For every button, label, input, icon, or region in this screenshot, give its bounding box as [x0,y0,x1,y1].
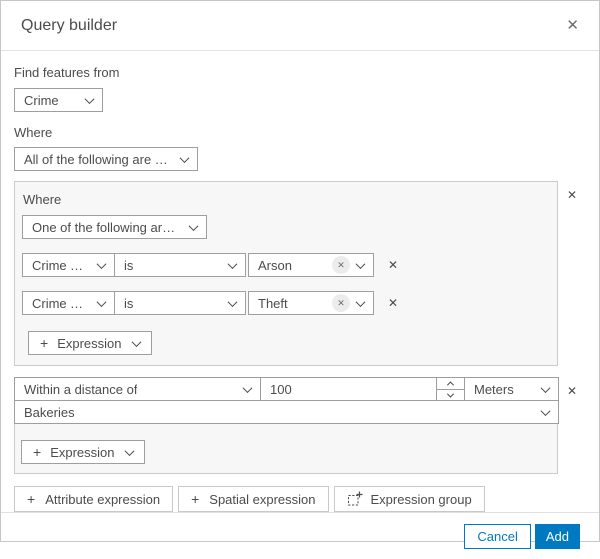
remove-group-icon[interactable]: ✕ [558,377,586,397]
find-features-label: Find features from [14,65,120,80]
distance-input-group [260,377,465,401]
where-label: Where [14,125,53,140]
cancel-button[interactable]: Cancel [464,523,531,549]
expression-group-label: Expression group [370,491,472,507]
target-layer-select[interactable]: Bakeries [14,400,559,424]
target-layer-value: Bakeries [24,404,75,420]
layer-select-value: Crime [24,92,59,108]
add-attribute-expression-button[interactable]: + Attribute expression [14,486,174,512]
chevron-down-icon [227,296,238,307]
operator-select-value: is [124,257,134,273]
plus-icon: + [27,491,36,507]
value-chip-label: Arson [258,257,292,273]
builder-actions: + Attribute expression + Spatial express… [14,486,586,512]
plus-icon: + [40,335,49,351]
value-combobox[interactable]: Arson ✕ [248,253,374,277]
spatial-type-select[interactable]: Within a distance of [14,377,261,401]
plus-icon: + [191,491,200,507]
chevron-up-icon [446,381,455,389]
add-expression-button[interactable]: + Expression [28,331,152,355]
group1-operator-select[interactable]: One of the following are tr... [22,215,207,239]
field-select-value: Crime Type [32,257,88,273]
operator-select[interactable]: is [114,253,246,277]
value-combobox[interactable]: Theft ✕ [248,291,374,315]
chevron-down-icon [355,296,366,307]
plus-icon: + [33,444,42,460]
add-expression-group-button[interactable]: Expression group [333,486,485,512]
add-expression-label: Expression [50,444,115,460]
value-chip-label: Theft [258,295,288,311]
dialog-footer: Cancel Add [1,512,599,559]
chip-remove-icon[interactable]: ✕ [332,256,350,274]
spatial-expression-row: Within a distance of Meters [14,377,559,401]
remove-expression-icon[interactable]: ✕ [386,295,400,311]
dialog-title: Query builder [21,16,118,34]
chip-remove-icon[interactable]: ✕ [332,294,350,312]
expression-group-1-row: Where One of the following are tr... Cri… [14,181,586,366]
chevron-down-icon [540,382,551,393]
add-spatial-expression-button[interactable]: + Spatial expression [178,486,329,512]
chevron-down-icon [446,390,455,398]
chevron-down-icon [179,152,190,163]
chevron-down-icon [124,445,134,456]
target-layer-row: Bakeries [14,400,559,424]
add-expression-label: Expression [57,335,122,351]
attribute-expression-label: Attribute expression [45,491,161,507]
unit-select[interactable]: Meters [464,377,559,401]
remove-group-icon[interactable]: ✕ [558,181,586,201]
clause-select[interactable]: All of the following are true [14,147,198,171]
chevron-down-icon [131,336,141,347]
operator-select[interactable]: is [114,291,246,315]
layer-select[interactable]: Crime [14,88,103,112]
close-icon[interactable]: ✕ [564,16,581,35]
chevron-down-icon [242,382,253,393]
chevron-down-icon [540,405,551,416]
chevron-down-icon [96,258,107,269]
field-select-value: Crime Type [32,295,88,311]
expression-group-icon [347,491,363,507]
chevron-down-icon [96,296,107,307]
field-select[interactable]: Crime Type [22,291,115,315]
unit-select-value: Meters [474,381,514,397]
remove-expression-icon[interactable]: ✕ [386,257,400,273]
spatial-type-value: Within a distance of [24,381,138,397]
query-builder-dialog: Query builder ✕ Find features from Crime… [0,0,600,549]
expression-row: Crime Type is Arson ✕ ✕ [22,253,548,277]
expression-row: Crime Type is Theft ✕ ✕ [22,291,548,315]
clause-select-value: All of the following are true [24,151,171,167]
dialog-body: Find features from Crime Where All of th… [1,51,599,512]
field-select[interactable]: Crime Type [22,253,115,277]
add-expression-button[interactable]: + Expression [21,440,145,464]
chevron-down-icon [188,220,199,231]
chevron-down-icon [84,93,95,104]
chevron-down-icon [355,258,366,269]
expression-group-2-row: Within a distance of Meters [14,377,586,474]
dialog-header: Query builder ✕ [1,1,599,51]
expression-group-1: Where One of the following are tr... Cri… [14,181,558,366]
distance-stepper [436,378,464,400]
chevron-down-icon [227,258,238,269]
expression-group-2: Within a distance of Meters [14,377,559,474]
operator-select-value: is [124,295,134,311]
stepper-down-button[interactable] [437,389,464,400]
distance-input[interactable] [261,378,436,400]
stepper-up-button[interactable] [437,378,464,389]
spatial-expression-label: Spatial expression [209,491,316,507]
group1-operator-value: One of the following are tr... [32,219,180,235]
group1-where-label: Where [23,192,62,207]
add-button[interactable]: Add [534,523,580,549]
